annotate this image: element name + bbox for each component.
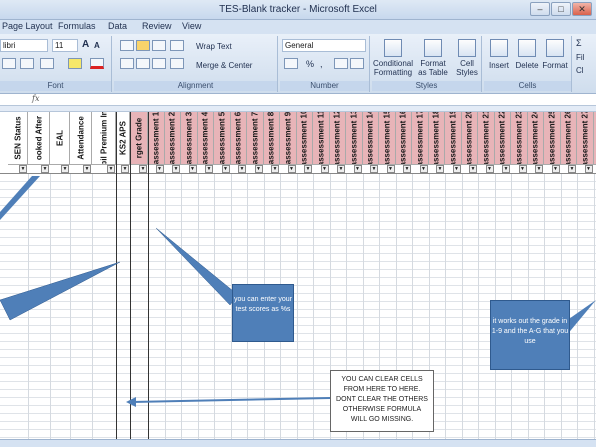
clear-cells-callout: YOU CAN CLEAR CELLS FROM HERE TO HERE. D…: [330, 370, 434, 432]
works-out-callout: it works out the grade in 1-9 and the A-…: [490, 300, 570, 370]
test-scores-arrow: [155, 227, 239, 306]
clear-cells-arrow: [131, 397, 331, 403]
left-arrow: [0, 261, 121, 321]
test-scores-callout: you can enter your test scores as %s: [232, 284, 294, 342]
arrows-layer: [0, 176, 596, 407]
clear-cells-arrowhead: [126, 397, 136, 407]
sheet-tabs-bar[interactable]: [0, 439, 596, 447]
top-left-arrow: [0, 176, 40, 220]
